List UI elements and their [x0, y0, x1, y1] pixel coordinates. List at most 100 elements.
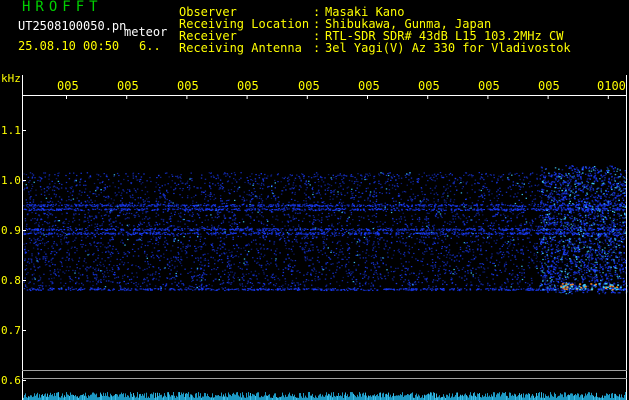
noise-dot	[570, 269, 571, 270]
noise-dot	[75, 270, 76, 271]
noise-dot	[508, 179, 509, 180]
noise-dot	[543, 176, 544, 177]
noise-dot	[589, 260, 590, 261]
noise-dot	[511, 220, 512, 221]
noise-dot	[75, 283, 76, 284]
noise-dot	[60, 239, 61, 240]
noise-dot	[219, 259, 220, 260]
noise-dot	[159, 187, 160, 188]
noise-dot	[511, 274, 512, 275]
noise-dot	[200, 246, 201, 247]
noise-dot	[525, 192, 526, 193]
noise-dot	[493, 279, 494, 280]
noise-dot	[227, 266, 228, 267]
noise-dot	[299, 178, 300, 179]
noise-dot	[30, 231, 31, 232]
noise-dot	[141, 237, 142, 238]
noise-dot	[381, 260, 382, 261]
noise-dot	[338, 235, 339, 236]
noise-dot	[266, 206, 267, 207]
noise-dot	[318, 179, 319, 180]
noise-dot	[373, 277, 374, 278]
noise-dot	[536, 174, 537, 175]
noise-dot	[264, 231, 265, 232]
noise-dot	[79, 190, 80, 191]
noise-dot	[39, 275, 40, 276]
noise-dot	[454, 274, 455, 275]
noise-dot	[478, 226, 479, 227]
noise-dot	[504, 263, 505, 264]
noise-dot	[272, 192, 273, 193]
noise-dot	[404, 268, 405, 269]
noise-dot	[97, 248, 98, 249]
noise-dot	[419, 239, 420, 240]
noise-dot	[23, 189, 24, 190]
noise-dot	[454, 194, 455, 195]
noise-dot	[449, 266, 450, 267]
noise-dot	[147, 201, 148, 202]
noise-dot	[197, 275, 198, 276]
noise-dot	[145, 245, 146, 246]
noise-dot	[261, 267, 262, 268]
noise-dot	[255, 181, 256, 182]
noise-dot	[534, 253, 535, 254]
noise-dot	[365, 267, 366, 268]
noise-dot	[44, 245, 45, 246]
noise-dot	[462, 269, 463, 270]
noise-dot	[193, 196, 194, 197]
noise-dot	[440, 266, 441, 267]
noise-dot	[548, 199, 549, 200]
noise-dot	[312, 250, 313, 251]
noise-dot	[556, 200, 557, 201]
noise-dot	[37, 239, 38, 240]
noise-dot	[88, 177, 89, 178]
noise-dot	[373, 257, 374, 258]
noise-dot	[316, 172, 317, 173]
noise-dot	[377, 263, 378, 264]
noise-dot	[327, 231, 328, 232]
noise-dot	[285, 259, 286, 260]
noise-dot	[204, 192, 205, 193]
noise-dot	[594, 213, 595, 214]
noise-dot	[603, 261, 604, 262]
noise-dot	[26, 268, 27, 269]
noise-dot	[106, 211, 107, 212]
noise-dot	[569, 177, 570, 178]
noise-dot	[263, 272, 264, 273]
noise-dot	[124, 275, 125, 276]
noise-dot	[591, 253, 592, 254]
noise-dot	[464, 206, 465, 207]
noise-dot	[521, 275, 522, 276]
noise-dot	[250, 183, 251, 184]
noise-dot	[23, 173, 24, 174]
noise-dot	[68, 196, 69, 197]
noise-dot	[507, 221, 508, 222]
noise-dot	[85, 207, 86, 208]
noise-dot	[547, 223, 548, 224]
noise-dot	[200, 239, 201, 240]
noise-dot	[375, 216, 376, 217]
noise-dot	[275, 219, 276, 220]
noise-dot	[68, 227, 69, 228]
noise-dot	[254, 261, 255, 262]
noise-dot	[38, 226, 39, 227]
noise-dot	[172, 265, 173, 266]
noise-dot	[321, 222, 322, 223]
noise-dot	[222, 203, 223, 204]
noise-dot	[196, 202, 197, 203]
noise-dot	[304, 175, 305, 176]
noise-dot	[516, 279, 517, 280]
noise-dot	[356, 255, 357, 256]
noise-dot	[505, 262, 506, 263]
noise-dot	[345, 266, 346, 267]
noise-dot	[480, 249, 481, 250]
noise-dot	[416, 275, 417, 276]
noise-dot	[418, 277, 419, 278]
noise-dot	[585, 184, 586, 185]
noise-dot	[502, 254, 503, 255]
noise-dot	[191, 178, 192, 179]
noise-dot	[487, 176, 488, 177]
noise-dot	[605, 241, 606, 242]
noise-dot	[346, 243, 347, 244]
noise-dot	[165, 195, 166, 196]
